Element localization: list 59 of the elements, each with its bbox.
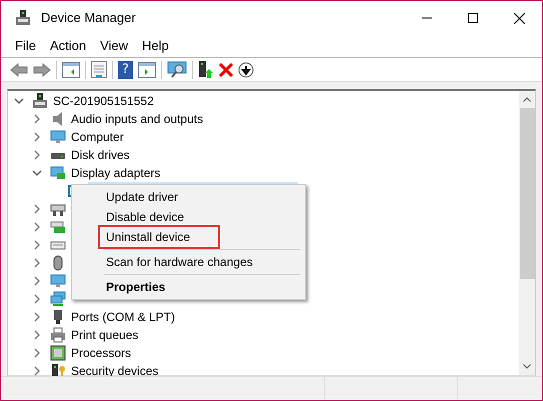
tree-item[interactable]: SC-201905151552: [52, 92, 155, 110]
expand-chevron-icon[interactable]: [32, 240, 42, 250]
collapse-chevron-icon[interactable]: [32, 168, 42, 178]
tree-item[interactable]: Display adapters: [70, 164, 162, 182]
tree-item[interactable]: Audio inputs and outputs: [70, 110, 204, 128]
processor-icon: [50, 345, 66, 361]
action-pane-icon[interactable]: [138, 62, 156, 78]
tree-item[interactable]: Security devices: [70, 362, 160, 380]
console-tree-icon[interactable]: [62, 62, 80, 78]
app-icon: [15, 10, 31, 26]
network-icon: [50, 291, 66, 307]
scan-monitor-icon[interactable]: [167, 61, 187, 78]
context-menu-item[interactable]: Scan for hardware changes: [74, 252, 303, 272]
expand-chevron-icon[interactable]: [32, 150, 42, 160]
update-driver-icon[interactable]: [198, 60, 214, 78]
circuit-card-icon: [50, 219, 66, 235]
scrollbar[interactable]: [519, 91, 535, 375]
scroll-up-icon[interactable]: [523, 97, 531, 102]
tree-item[interactable]: Ports (COM & LPT): [70, 308, 176, 326]
expand-chevron-icon[interactable]: [32, 114, 42, 124]
back-arrow-icon[interactable]: [10, 62, 28, 76]
expand-chevron-icon[interactable]: [32, 132, 42, 142]
tree-item[interactable]: Computer: [70, 128, 125, 146]
expand-chevron-icon[interactable]: [32, 204, 42, 214]
close-icon: [514, 12, 524, 24]
menu-item[interactable]: View: [94, 36, 134, 56]
monitor-icon: [50, 129, 66, 145]
expand-chevron-icon[interactable]: [32, 330, 42, 340]
menu-item[interactable]: File: [9, 36, 42, 56]
maximize-icon: [468, 13, 478, 23]
expand-chevron-icon[interactable]: [32, 366, 42, 376]
computer-icon: [32, 93, 48, 109]
expand-chevron-icon[interactable]: [32, 222, 42, 232]
scroll-down-icon[interactable]: [523, 364, 531, 369]
expand-chevron-icon[interactable]: [32, 312, 42, 322]
context-menu-item[interactable]: Uninstall device: [74, 227, 303, 247]
help-icon[interactable]: ?: [118, 60, 133, 78]
monitor-icon: [50, 273, 66, 289]
context-menu-item[interactable]: Properties: [74, 277, 303, 297]
properties-sheet-icon[interactable]: [91, 61, 107, 78]
highlight-outline: Uninstall device: [98, 225, 220, 249]
menu-item[interactable]: Help: [136, 36, 175, 56]
expand-chevron-icon[interactable]: [32, 276, 42, 286]
context-menu-item[interactable]: Disable device: [74, 207, 303, 227]
printer-icon: [50, 327, 66, 343]
display-adapter-icon: [50, 165, 66, 181]
expand-chevron-icon[interactable]: [32, 294, 42, 304]
collapse-chevron-icon[interactable]: [14, 96, 24, 106]
window-title: Device Manager: [41, 9, 136, 28]
tree-item[interactable]: Print queues: [70, 326, 140, 344]
tree-item[interactable]: Disk drives: [70, 146, 131, 164]
forward-arrow-icon[interactable]: [33, 62, 51, 76]
expand-chevron-icon[interactable]: [32, 258, 42, 268]
expand-chevron-icon[interactable]: [32, 348, 42, 358]
scrollbar-thumb[interactable]: [520, 108, 534, 279]
menu-item[interactable]: Action: [44, 36, 92, 56]
tree-item[interactable]: Processors: [70, 344, 132, 362]
uninstall-x-icon[interactable]: [219, 62, 233, 76]
context-menu-item[interactable]: Update driver: [74, 187, 303, 207]
